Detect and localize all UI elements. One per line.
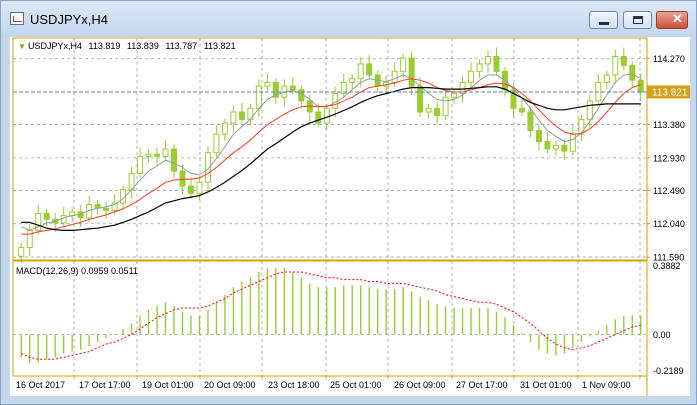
candle-up bbox=[391, 70, 398, 83]
header-close: 113.821 bbox=[204, 41, 236, 51]
chart-area[interactable]: 114.270 113.380 112.930 112.490 112.040 111.5… bbox=[10, 37, 690, 396]
candle-up bbox=[323, 107, 330, 124]
time-tick-label: 20 Oct 09:00 bbox=[204, 380, 256, 390]
collapse-triangle-icon[interactable]: ▼ bbox=[18, 42, 26, 51]
candle-down bbox=[171, 148, 177, 172]
macd-tick-label: 0.3882 bbox=[653, 261, 681, 271]
header-high: 113.839 bbox=[127, 41, 159, 51]
chart-window-icon bbox=[10, 12, 24, 25]
time-tick-label: 16 Oct 2017 bbox=[16, 380, 65, 390]
candle-down bbox=[179, 170, 186, 187]
window-title: USDJPYx,H4 bbox=[30, 12, 109, 27]
candle-up bbox=[349, 78, 356, 83]
header-low: 113.787 bbox=[165, 41, 197, 51]
candle-down bbox=[434, 107, 441, 117]
time-tick-label: 19 Oct 01:00 bbox=[142, 380, 194, 390]
macd-histogram bbox=[20, 268, 642, 363]
candle-up bbox=[485, 56, 491, 65]
candle-down bbox=[238, 111, 245, 120]
candle-up bbox=[196, 181, 203, 194]
title-bar[interactable]: USDJPYx,H4 ✕ bbox=[1, 1, 696, 37]
candle-up bbox=[213, 133, 220, 154]
candle-down bbox=[493, 56, 500, 72]
candle-down bbox=[187, 185, 194, 194]
candle-up bbox=[162, 148, 169, 157]
candle-down bbox=[629, 64, 636, 81]
time-tick-label: 1 Nov 09:00 bbox=[582, 380, 631, 390]
candle-up bbox=[569, 133, 576, 152]
price-tick-label: 114.270 bbox=[653, 54, 685, 64]
candle-down bbox=[527, 111, 534, 131]
candle-down bbox=[154, 153, 161, 157]
candle-down bbox=[637, 79, 644, 93]
time-tick-label: 25 Oct 01:00 bbox=[330, 380, 382, 390]
candle-down bbox=[544, 141, 551, 150]
maximize-icon bbox=[633, 16, 643, 24]
maximize-button[interactable] bbox=[623, 11, 652, 29]
macd-axis: 0.3882 0.00 -0.2189 bbox=[653, 261, 684, 376]
candle-up bbox=[476, 63, 483, 72]
time-tick-label: 23 Oct 18:00 bbox=[268, 380, 320, 390]
chart-window: USDJPYx,H4 ✕ 114.270 113.380 112.930 112.49… bbox=[0, 0, 697, 405]
time-tick-label: 17 Oct 17:00 bbox=[79, 380, 131, 390]
candle-down bbox=[620, 56, 627, 66]
candle-down bbox=[518, 107, 525, 113]
chart-canvas[interactable]: 114.270113.380112.930112.490112.040111.5… bbox=[10, 37, 690, 396]
price-tick-label: 113.380 bbox=[653, 120, 685, 130]
candle-down bbox=[43, 212, 50, 220]
candle-up bbox=[552, 144, 559, 150]
minimize-button[interactable] bbox=[589, 11, 618, 29]
macd-grid bbox=[13, 261, 647, 376]
candle-down bbox=[408, 57, 415, 87]
candle-up bbox=[357, 63, 364, 80]
candle-down bbox=[561, 144, 568, 152]
header-symbol: USDJPYx,H4 bbox=[28, 41, 82, 51]
candles bbox=[18, 47, 644, 263]
price-tick-label: 112.930 bbox=[653, 153, 685, 163]
candle-up bbox=[137, 155, 144, 174]
macd-tick-label: -0.2189 bbox=[653, 366, 684, 376]
candle-up bbox=[425, 107, 432, 113]
candle-down bbox=[366, 63, 373, 76]
candle-up bbox=[26, 229, 33, 248]
time-tick-label: 26 Oct 09:00 bbox=[394, 380, 446, 390]
candle-up bbox=[60, 215, 67, 224]
minimize-icon bbox=[599, 22, 609, 25]
candle-up bbox=[230, 111, 237, 124]
current-price-label: 113.821 bbox=[652, 87, 688, 98]
header-open: 113.819 bbox=[89, 41, 121, 51]
candle-up bbox=[145, 153, 152, 157]
candle-up bbox=[18, 246, 25, 257]
candle-up bbox=[442, 96, 449, 117]
price-header: USDJPYx,H4 113.819 113.839 113.787 113.8… bbox=[28, 41, 236, 51]
candle-up bbox=[221, 122, 228, 135]
close-icon: ✕ bbox=[672, 11, 683, 26]
candle-up bbox=[255, 85, 262, 109]
time-tick-label: 27 Oct 17:00 bbox=[456, 380, 508, 390]
close-button[interactable]: ✕ bbox=[656, 11, 688, 29]
candle-down bbox=[535, 130, 542, 143]
time-tick-label: 31 Oct 01:00 bbox=[520, 380, 572, 390]
candle-down bbox=[103, 207, 110, 211]
candle-up bbox=[264, 81, 271, 87]
candle-up bbox=[603, 74, 610, 83]
candle-down bbox=[289, 85, 296, 91]
time-axis: 16 Oct 2017 17 Oct 17:00 19 Oct 01:00 20 Oc… bbox=[16, 376, 641, 390]
price-tick-label: 112.490 bbox=[653, 186, 685, 196]
candle-up bbox=[612, 56, 619, 76]
macd-header: MACD(12,26,9) 0.0959 0.0511 bbox=[16, 266, 138, 276]
candle-up bbox=[468, 70, 475, 83]
candle-down bbox=[315, 111, 322, 124]
candle-up bbox=[451, 93, 458, 98]
price-tick-label: 112.040 bbox=[653, 219, 685, 229]
candle-up bbox=[586, 100, 593, 120]
candle-down bbox=[417, 85, 424, 113]
candle-up bbox=[400, 57, 407, 72]
macd-pane-frame bbox=[12, 260, 648, 377]
macd-tick-label: 0.00 bbox=[653, 330, 671, 340]
